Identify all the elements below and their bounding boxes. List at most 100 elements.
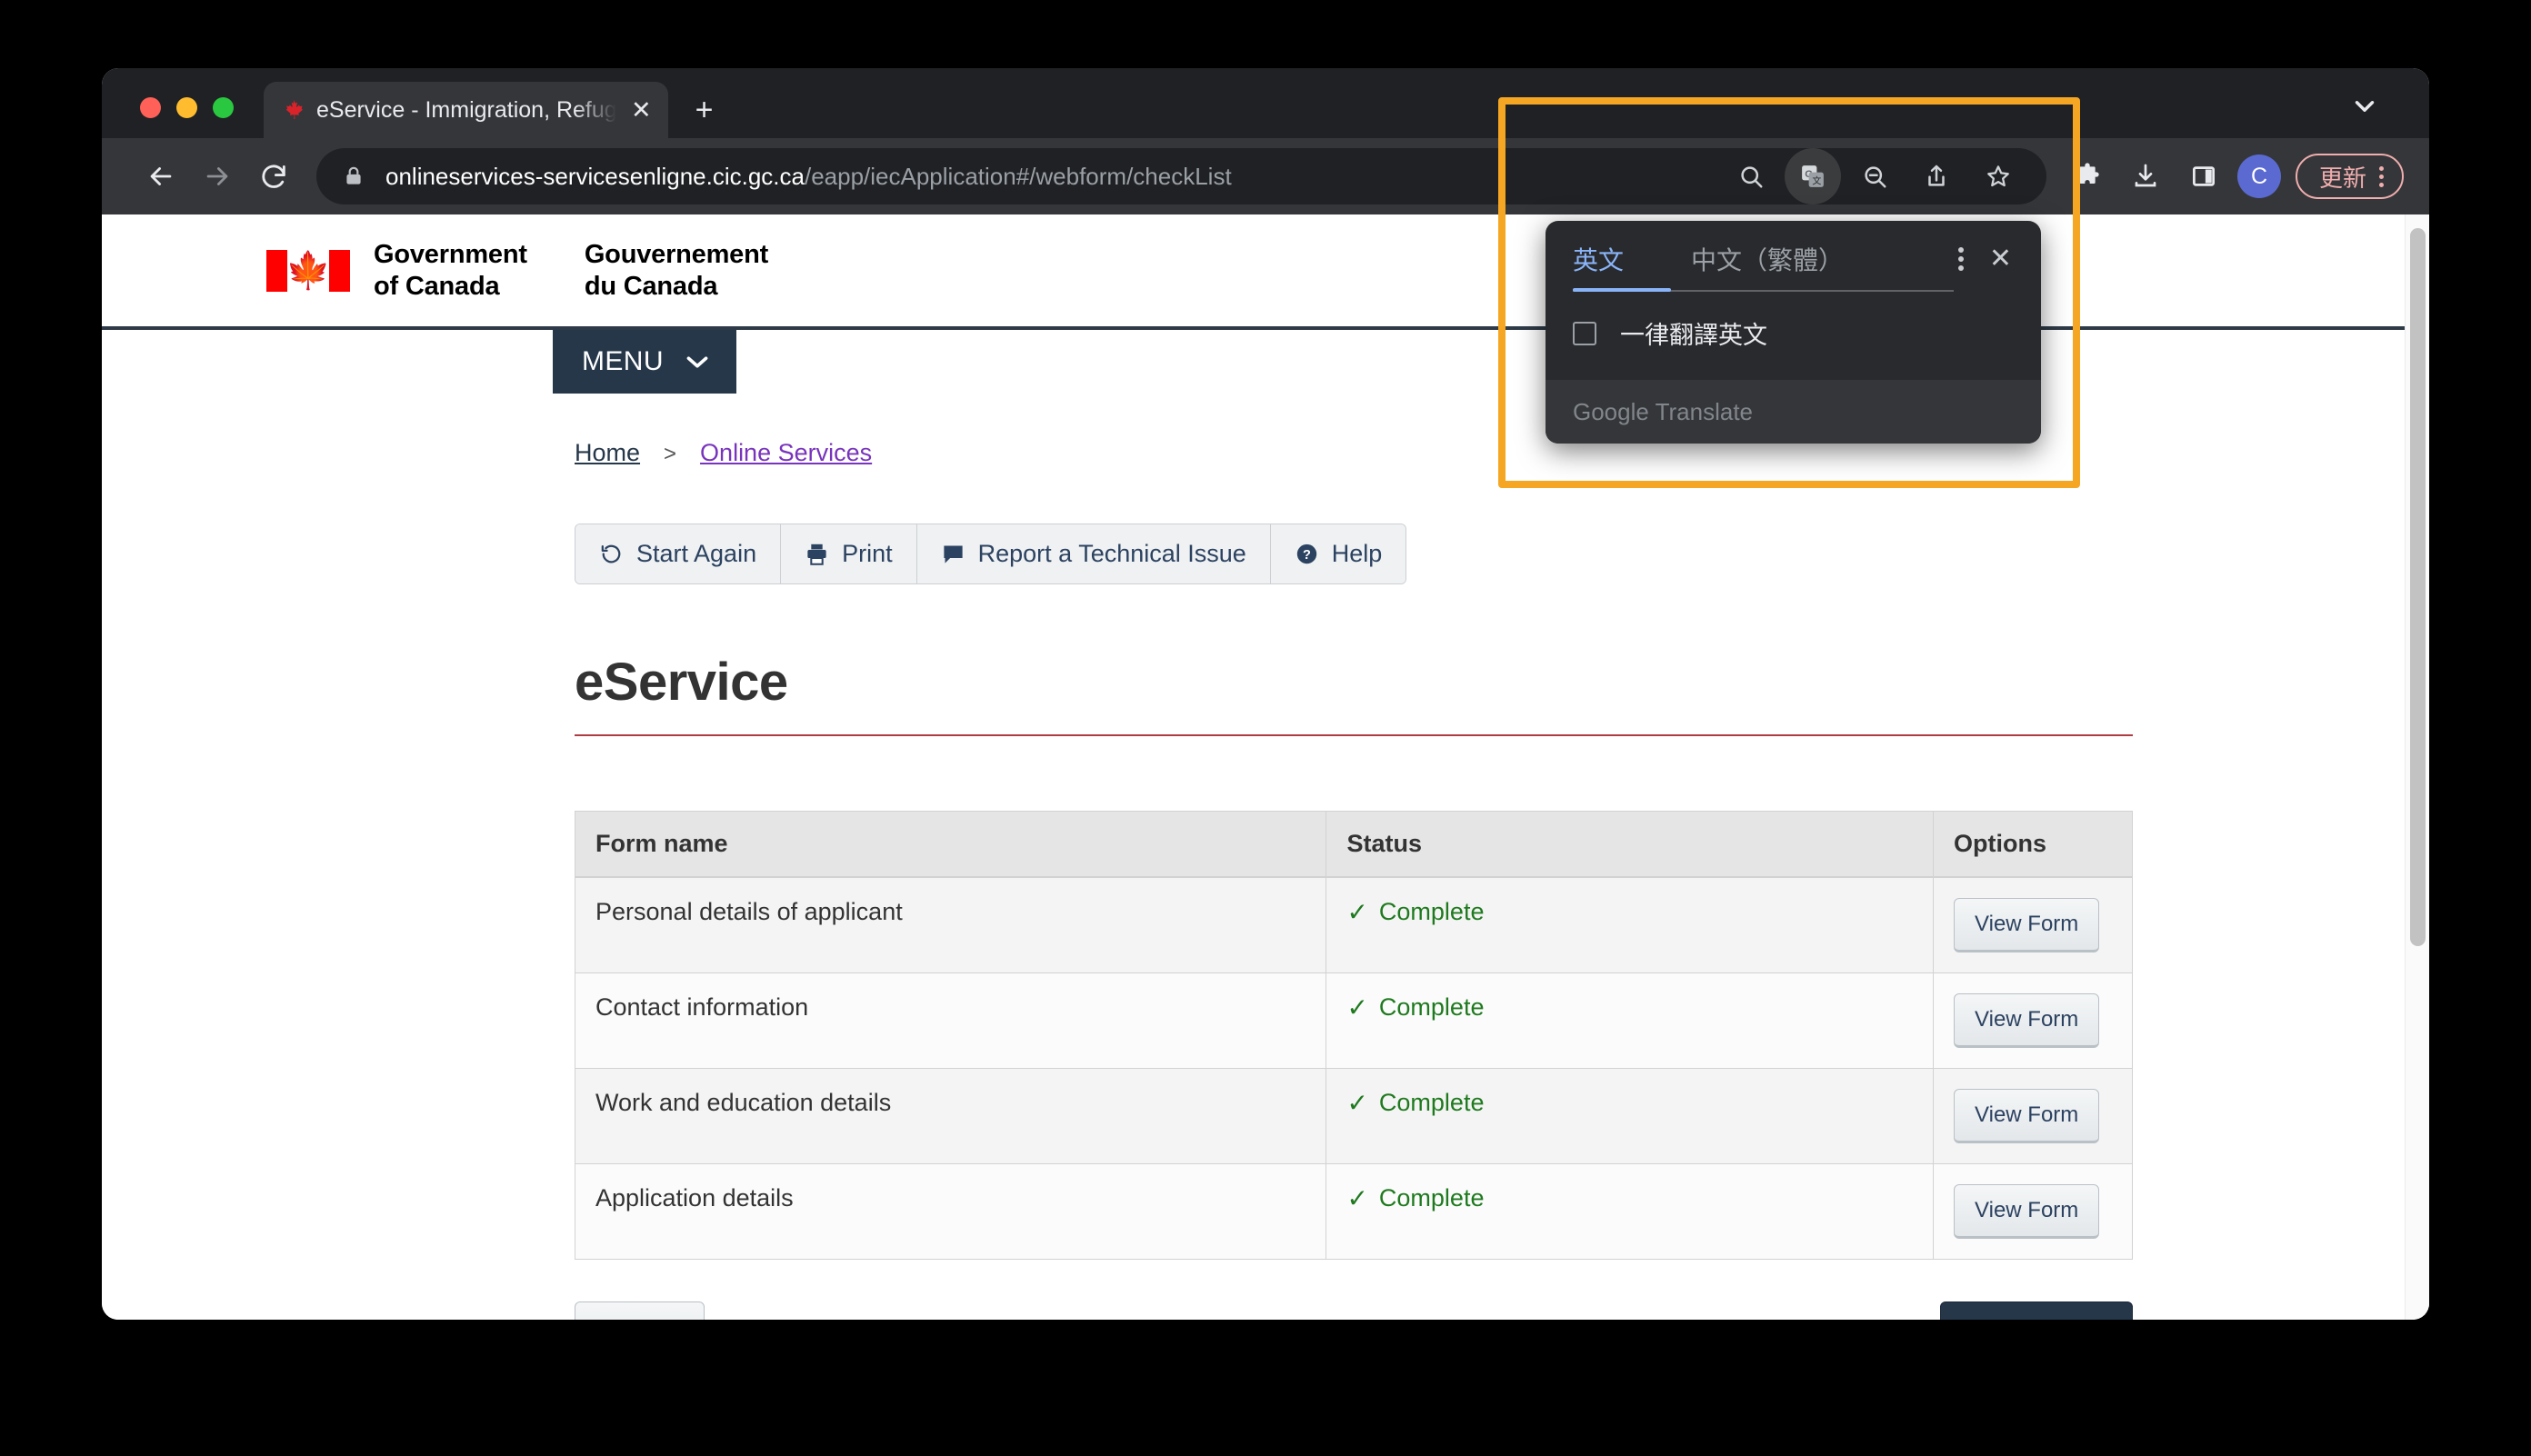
- status-cell: ✓ Complete: [1326, 1163, 1935, 1260]
- table-row: Contact information ✓ Complete View Form: [575, 972, 2133, 1069]
- svg-text:文: 文: [1812, 175, 1821, 186]
- back-button[interactable]: [133, 148, 189, 204]
- check-icon: ✓: [1346, 992, 1368, 1022]
- close-icon[interactable]: ✕: [1976, 245, 2017, 287]
- maximize-window-button[interactable]: [213, 97, 234, 118]
- continue-button-label: Continue: [1968, 1318, 2066, 1320]
- browser-tab[interactable]: eService - Immigration, Refug ✕: [264, 82, 668, 138]
- svg-text:?: ?: [1303, 548, 1311, 563]
- download-icon[interactable]: [2121, 152, 2170, 201]
- check-icon: ✓: [1346, 1183, 1368, 1212]
- site-menu-row: MENU: [102, 330, 2429, 394]
- close-window-button[interactable]: [140, 97, 161, 118]
- close-tab-button[interactable]: ✕: [627, 97, 655, 123]
- translate-icon[interactable]: G 文: [1784, 148, 1841, 204]
- page-title: eService: [575, 653, 788, 712]
- goc-wordmark: Government of Canada Gouvernement du Can…: [374, 239, 768, 301]
- always-translate-checkbox[interactable]: [1573, 321, 1596, 345]
- view-form-button[interactable]: View Form: [1954, 1184, 2100, 1239]
- browser-window: eService - Immigration, Refug ✕ + online…: [102, 68, 2429, 1320]
- view-form-button[interactable]: View Form: [1954, 993, 2100, 1048]
- share-icon[interactable]: [1908, 148, 1965, 204]
- options-cell: View Form: [1933, 877, 2133, 973]
- canada-flag-icon: 🍁: [266, 249, 350, 292]
- url-host: onlineservices-servicesenligne.cic.gc.ca: [385, 162, 805, 190]
- google-translate-brand: Google Translate: [1573, 397, 1754, 425]
- forward-button[interactable]: [189, 148, 245, 204]
- vertical-scrollbar[interactable]: [2405, 214, 2429, 1320]
- exit-button[interactable]: Exit: [575, 1301, 705, 1320]
- view-form-button[interactable]: View Form: [1954, 898, 2100, 952]
- restart-icon: [599, 542, 624, 566]
- form-name-cell: Application details: [575, 1163, 1327, 1260]
- table-row: Application details ✓ Complete View Form: [575, 1163, 2133, 1260]
- menu-button[interactable]: MENU: [553, 330, 736, 394]
- always-translate-label: 一律翻譯英文: [1620, 322, 1767, 349]
- check-icon: ✓: [1346, 1088, 1368, 1117]
- always-translate-row[interactable]: 一律翻譯英文: [1573, 315, 2014, 351]
- goc-signature[interactable]: 🍁 Government of Canada Gouvernement du C…: [266, 239, 768, 301]
- chevron-down-icon[interactable]: [2349, 91, 2380, 122]
- forms-table: Form name Status Options Personal detail…: [575, 811, 2133, 1260]
- title-divider: [575, 734, 2133, 736]
- breadcrumb-online-services-link[interactable]: Online Services: [700, 439, 872, 467]
- avatar[interactable]: C: [2236, 155, 2281, 198]
- column-header-form-name: Form name: [575, 811, 1327, 878]
- table-header-row: Form name Status Options: [575, 811, 2133, 878]
- table-row: Personal details of applicant ✓ Complete…: [575, 877, 2133, 973]
- translate-options-button[interactable]: [1946, 247, 1976, 285]
- update-button-label: 更新: [2318, 164, 2366, 192]
- page-action-toolbar: Start Again Print Report a Technical Iss…: [575, 524, 1407, 584]
- kebab-menu-icon[interactable]: [2379, 165, 2384, 187]
- menu-button-label: MENU: [582, 346, 664, 376]
- goc-wordmark-en: Government of Canada: [374, 239, 527, 301]
- side-panel-icon[interactable]: [2179, 152, 2228, 201]
- goc-wordmark-en-line2: of Canada: [374, 271, 500, 301]
- address-bar-url: onlineservices-servicesenligne.cic.gc.ca…: [385, 163, 1703, 191]
- start-again-button[interactable]: Start Again: [575, 524, 782, 583]
- zoom-out-icon[interactable]: [1846, 148, 1903, 204]
- browser-tab-title: eService - Immigration, Refug: [316, 96, 616, 123]
- continue-button[interactable]: Continue: [1939, 1301, 2133, 1320]
- browser-tab-strip: eService - Immigration, Refug ✕ +: [102, 68, 2429, 138]
- goc-wordmark-fr-line2: du Canada: [584, 271, 718, 301]
- breadcrumb-home-link[interactable]: Home: [575, 439, 640, 467]
- check-icon: ✓: [1346, 897, 1368, 926]
- window-traffic-lights: [102, 97, 234, 138]
- table-row: Work and education details ✓ Complete Vi…: [575, 1068, 2133, 1164]
- lock-icon: [342, 165, 365, 188]
- breadcrumb-separator: >: [664, 442, 677, 466]
- column-header-status: Status: [1326, 811, 1935, 878]
- help-label: Help: [1331, 540, 1383, 567]
- minimize-window-button[interactable]: [176, 97, 197, 118]
- address-bar-actions: G 文: [1723, 148, 2026, 204]
- search-icon[interactable]: [1723, 148, 1779, 204]
- tab-source-language[interactable]: 英文: [1573, 241, 1624, 292]
- browser-toolbar: onlineservices-servicesenligne.cic.gc.ca…: [102, 138, 2429, 214]
- breadcrumb: Home > Online Services: [575, 439, 2366, 467]
- address-bar[interactable]: onlineservices-servicesenligne.cic.gc.ca…: [316, 148, 2046, 204]
- goc-wordmark-fr: Gouvernement du Canada: [585, 239, 768, 301]
- printer-icon: [805, 542, 829, 566]
- page-viewport: 🍁 Government of Canada Gouvernement du C…: [102, 214, 2429, 1320]
- status-cell: ✓ Complete: [1326, 972, 1935, 1069]
- help-button[interactable]: ? Help: [1270, 524, 1406, 583]
- puzzle-piece-icon[interactable]: [2063, 152, 2112, 201]
- view-form-button[interactable]: View Form: [1954, 1089, 2100, 1143]
- tab-target-language[interactable]: 中文（繁體）: [1691, 241, 1844, 292]
- kebab-menu-icon: [1957, 247, 1964, 271]
- report-issue-button[interactable]: Report a Technical Issue: [916, 524, 1271, 583]
- bookmark-star-icon[interactable]: [1970, 148, 2026, 204]
- translate-popup-footer: Google Translate: [1546, 380, 2041, 444]
- reload-button[interactable]: [245, 148, 302, 204]
- scrollbar-thumb[interactable]: [2410, 228, 2426, 946]
- options-cell: View Form: [1933, 1163, 2133, 1260]
- browser-toolbar-right: C 更新: [2063, 152, 2404, 201]
- status-cell: ✓ Complete: [1326, 1068, 1935, 1164]
- new-tab-button[interactable]: +: [695, 95, 714, 125]
- print-button[interactable]: Print: [781, 524, 917, 583]
- update-button[interactable]: 更新: [2295, 154, 2404, 199]
- page-footer-actions: Exit Continue: [575, 1301, 2133, 1320]
- form-name-cell: Work and education details: [575, 1068, 1327, 1164]
- status-label: Complete: [1378, 898, 1485, 925]
